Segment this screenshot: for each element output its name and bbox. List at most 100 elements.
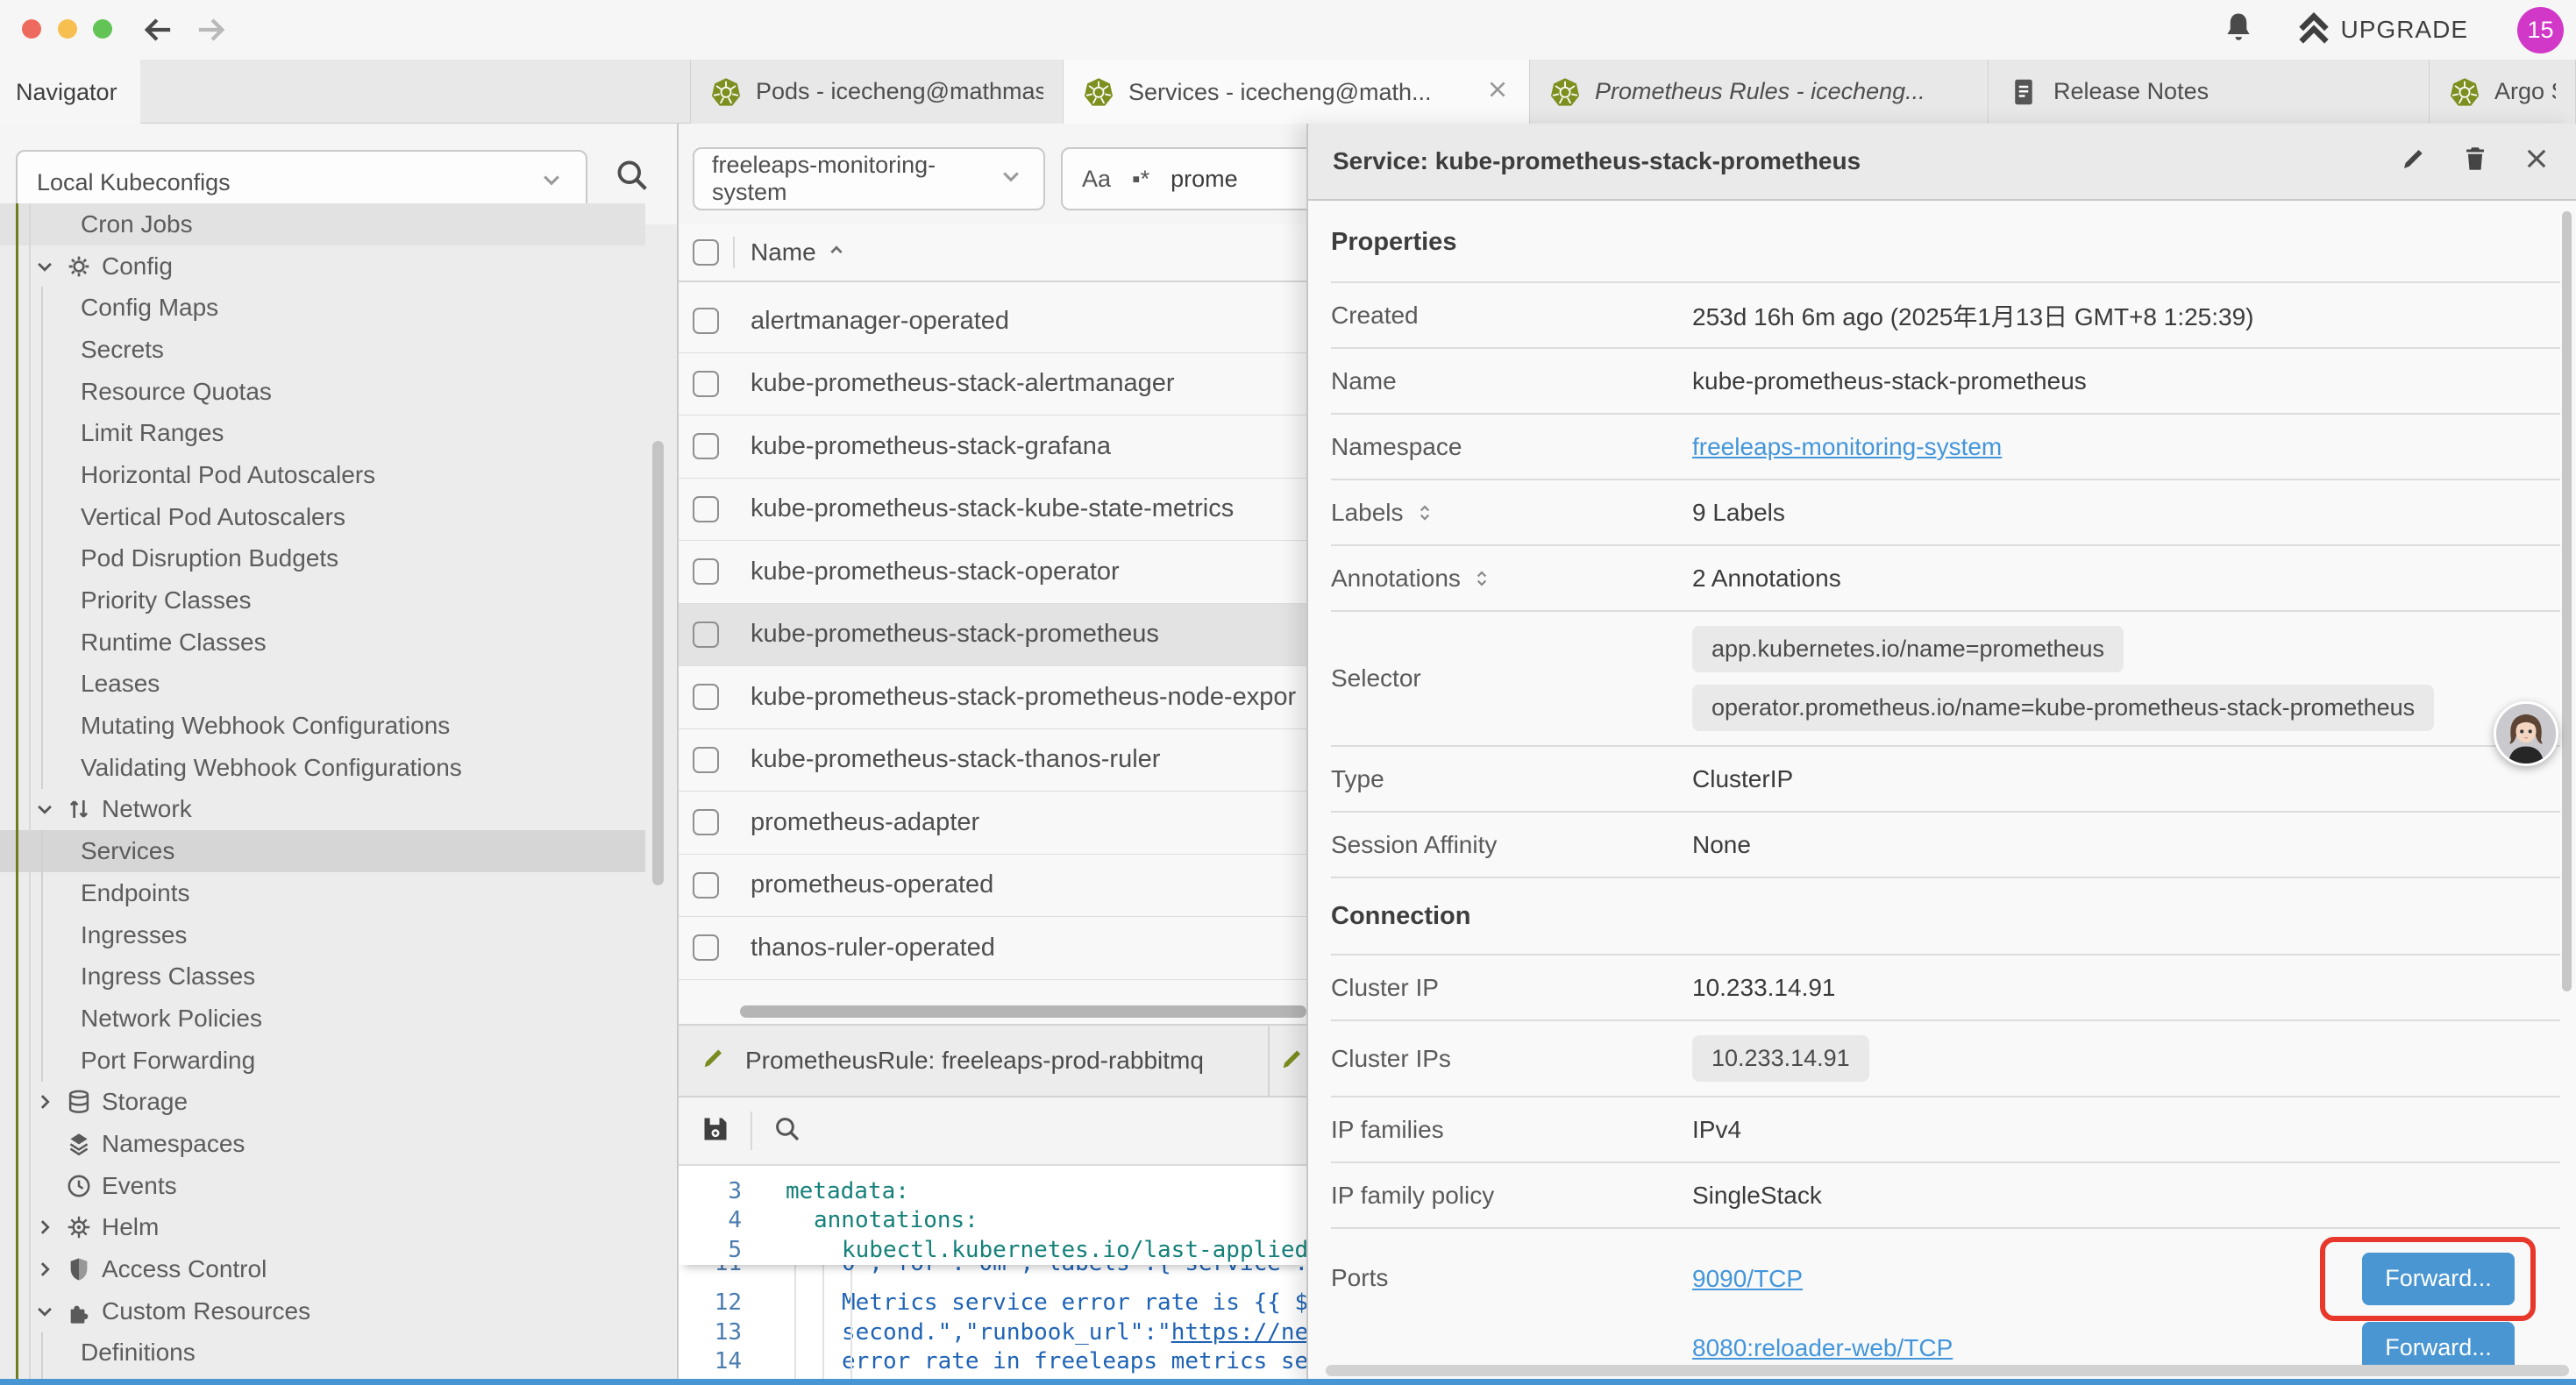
sidebar-item-definitions[interactable]: Definitions	[0, 1332, 645, 1374]
table-row-kube-prometheus-stack-grafana[interactable]: kube-prometheus-stack-grafana	[679, 416, 1306, 479]
table-row-kube-prometheus-stack-kube-state-m[interactable]: kube-prometheus-stack-kube-state-metrics	[679, 479, 1306, 542]
tab-pods-icecheng-mathmas[interactable]: Pods - icecheng@mathmas...	[690, 60, 1064, 124]
save-icon[interactable]	[698, 1112, 733, 1151]
bell-icon[interactable]	[2220, 10, 2257, 51]
upgrade-icon[interactable]	[2294, 8, 2334, 53]
row-checkbox[interactable]	[693, 747, 719, 773]
details-horizontal-scrollbar[interactable]	[1326, 1365, 2569, 1376]
row-checkbox[interactable]	[693, 872, 719, 898]
sidebar-item-namespaces[interactable]: Namespaces	[0, 1123, 645, 1165]
sidebar-item-config-maps[interactable]: Config Maps	[0, 287, 645, 329]
row-checkbox[interactable]	[693, 558, 719, 585]
sidebar-item-storage[interactable]: Storage	[0, 1081, 645, 1123]
list-horizontal-scrollbar[interactable]	[740, 1005, 1306, 1018]
chevron-right-icon[interactable]	[30, 1089, 60, 1115]
sidebar-item-vertical-pod-autoscalers[interactable]: Vertical Pod Autoscalers	[0, 496, 645, 538]
editor-line-4[interactable]: 4annotations:	[679, 1206, 1306, 1236]
row-checkbox[interactable]	[693, 684, 719, 710]
dock-tab-prometheusrule[interactable]: PrometheusRule: freeleaps-prod-rabbitmq	[679, 1026, 1270, 1096]
port-link-9090-tcp[interactable]: 9090/TCP	[1692, 1265, 1803, 1293]
regex-toggle[interactable]: ▪*	[1132, 166, 1149, 193]
sidebar-item-validating-webhook-configurations[interactable]: Validating Webhook Configurations	[0, 747, 645, 789]
table-row-prometheus-adapter[interactable]: prometheus-adapter	[679, 792, 1306, 855]
notification-count-badge[interactable]: 15	[2517, 7, 2564, 53]
table-row-kube-prometheus-stack-operator[interactable]: kube-prometheus-stack-operator	[679, 541, 1306, 604]
table-row-prometheus-operated[interactable]: prometheus-operated	[679, 855, 1306, 918]
user-avatar[interactable]	[2494, 701, 2558, 766]
tab-close-icon[interactable]	[1485, 77, 1510, 108]
yaml-editor[interactable]: 3metadata:4annotations:5kubectl.kubernet…	[679, 1166, 1306, 1385]
table-row-thanos-ruler-operated[interactable]: thanos-ruler-operated	[679, 917, 1306, 980]
sidebar-item-port-forwarding[interactable]: Port Forwarding	[0, 1040, 645, 1082]
row-checkbox[interactable]	[693, 308, 719, 334]
sidebar-item-ingress-classes[interactable]: Ingress Classes	[0, 955, 645, 998]
editor-line-12[interactable]: 12Metrics service error rate is {{ $va	[679, 1289, 1306, 1318]
tab-services-icecheng-math[interactable]: Services - icecheng@math...	[1064, 60, 1530, 124]
chevron-down-icon[interactable]	[30, 796, 60, 822]
tab-prometheus-rules-icecheng[interactable]: Prometheus Rules - icecheng...	[1530, 60, 1989, 124]
select-all-checkbox[interactable]	[693, 239, 719, 266]
details-scrollbar[interactable]	[2562, 211, 2572, 991]
tab-argo-se[interactable]: Argo Se	[2430, 60, 2576, 124]
editor-line-11[interactable]: 110","for":"0m","labels":{"service":"	[679, 1265, 1306, 1289]
sidebar-item-limit-ranges[interactable]: Limit Ranges	[0, 412, 645, 454]
edit-pencil-icon[interactable]	[2399, 144, 2429, 180]
row-checkbox[interactable]	[693, 496, 719, 522]
editor-line-5[interactable]: 5kubectl.kubernetes.io/last-applied-co	[679, 1235, 1306, 1265]
sidebar-item-endpoints[interactable]: Endpoints	[0, 872, 645, 914]
forward-button[interactable]: Forward...	[2362, 1253, 2515, 1305]
search-icon[interactable]	[772, 1113, 803, 1149]
table-row-kube-prometheus-stack-prometheus-n[interactable]: kube-prometheus-stack-prometheus-node-ex…	[679, 666, 1306, 729]
sidebar-item-network-policies[interactable]: Network Policies	[0, 998, 645, 1040]
chevron-down-icon[interactable]	[30, 1298, 60, 1325]
table-row-alertmanager-operated[interactable]: alertmanager-operated	[679, 290, 1306, 353]
dock-tab-next-partial[interactable]	[1270, 1026, 1306, 1096]
sidebar-item-leases[interactable]: Leases	[0, 664, 645, 706]
detail-link-freeleaps-monitoring-system[interactable]: freeleaps-monitoring-system	[1692, 433, 2002, 461]
sidebar-scrollbar[interactable]	[652, 441, 664, 885]
sidebar-item-custom-resources[interactable]: Custom Resources	[0, 1290, 645, 1332]
table-row-kube-prometheus-stack-prometheus[interactable]: kube-prometheus-stack-prometheus	[679, 604, 1306, 667]
upgrade-button[interactable]: UPGRADE	[2341, 16, 2468, 44]
chevron-right-icon[interactable]	[30, 1256, 60, 1282]
port-link-8080-reloader-web-tcp[interactable]: 8080:reloader-web/TCP	[1692, 1334, 1953, 1362]
sidebar-item-cron-jobs[interactable]: Cron Jobs	[0, 203, 645, 245]
row-checkbox[interactable]	[693, 371, 719, 397]
delete-trash-icon[interactable]	[2460, 144, 2490, 180]
table-row-kube-prometheus-stack-thanos-ruler[interactable]: kube-prometheus-stack-thanos-ruler	[679, 729, 1306, 792]
window-zoom-button[interactable]	[93, 19, 112, 39]
close-icon[interactable]	[2522, 144, 2551, 180]
sidebar-item-horizontal-pod-autoscalers[interactable]: Horizontal Pod Autoscalers	[0, 454, 645, 496]
namespace-filter-select[interactable]: freeleaps-monitoring-system	[693, 147, 1045, 210]
window-close-button[interactable]	[22, 19, 41, 39]
tab-release-notes[interactable]: Release Notes	[1989, 60, 2430, 124]
row-checkbox[interactable]	[693, 433, 719, 459]
editor-line-14[interactable]: 14error rate in freeleaps metrics ser	[679, 1347, 1306, 1377]
forward-button[interactable]	[192, 11, 229, 53]
sidebar-item-runtime-classes[interactable]: Runtime Classes	[0, 621, 645, 664]
match-case-toggle[interactable]: Aa	[1082, 166, 1111, 193]
navigator-panel-tab[interactable]: Navigator	[0, 60, 140, 124]
chevron-down-icon[interactable]	[30, 253, 60, 280]
column-header-name[interactable]: Name	[751, 237, 850, 269]
sidebar-item-events[interactable]: Events	[0, 1165, 645, 1207]
back-button[interactable]	[140, 11, 177, 53]
table-row-kube-prometheus-stack-alertmanager[interactable]: kube-prometheus-stack-alertmanager	[679, 353, 1306, 416]
search-value[interactable]: prome	[1171, 166, 1238, 193]
sidebar-item-services[interactable]: Services	[0, 830, 645, 872]
sidebar-item-ingresses[interactable]: Ingresses	[0, 914, 645, 956]
sidebar-item-pod-disruption-budgets[interactable]: Pod Disruption Budgets	[0, 538, 645, 580]
chevron-right-icon[interactable]	[30, 1214, 60, 1240]
sidebar-item-helm[interactable]: Helm	[0, 1207, 645, 1249]
row-checkbox[interactable]	[693, 621, 719, 648]
window-minimize-button[interactable]	[58, 19, 77, 39]
sidebar-item-secrets[interactable]: Secrets	[0, 329, 645, 371]
row-checkbox[interactable]	[693, 934, 719, 961]
list-search-input[interactable]: Aa ▪* prome	[1061, 147, 1306, 210]
sidebar-item-mutating-webhook-configurations[interactable]: Mutating Webhook Configurations	[0, 705, 645, 747]
editor-line-3[interactable]: 3metadata:	[679, 1176, 1306, 1206]
sidebar-item-priority-classes[interactable]: Priority Classes	[0, 579, 645, 621]
editor-line-13[interactable]: 13second.","runbook_url":"https://net	[679, 1318, 1306, 1347]
sidebar-item-access-control[interactable]: Access Control	[0, 1248, 645, 1290]
sidebar-item-network[interactable]: Network	[0, 789, 645, 831]
